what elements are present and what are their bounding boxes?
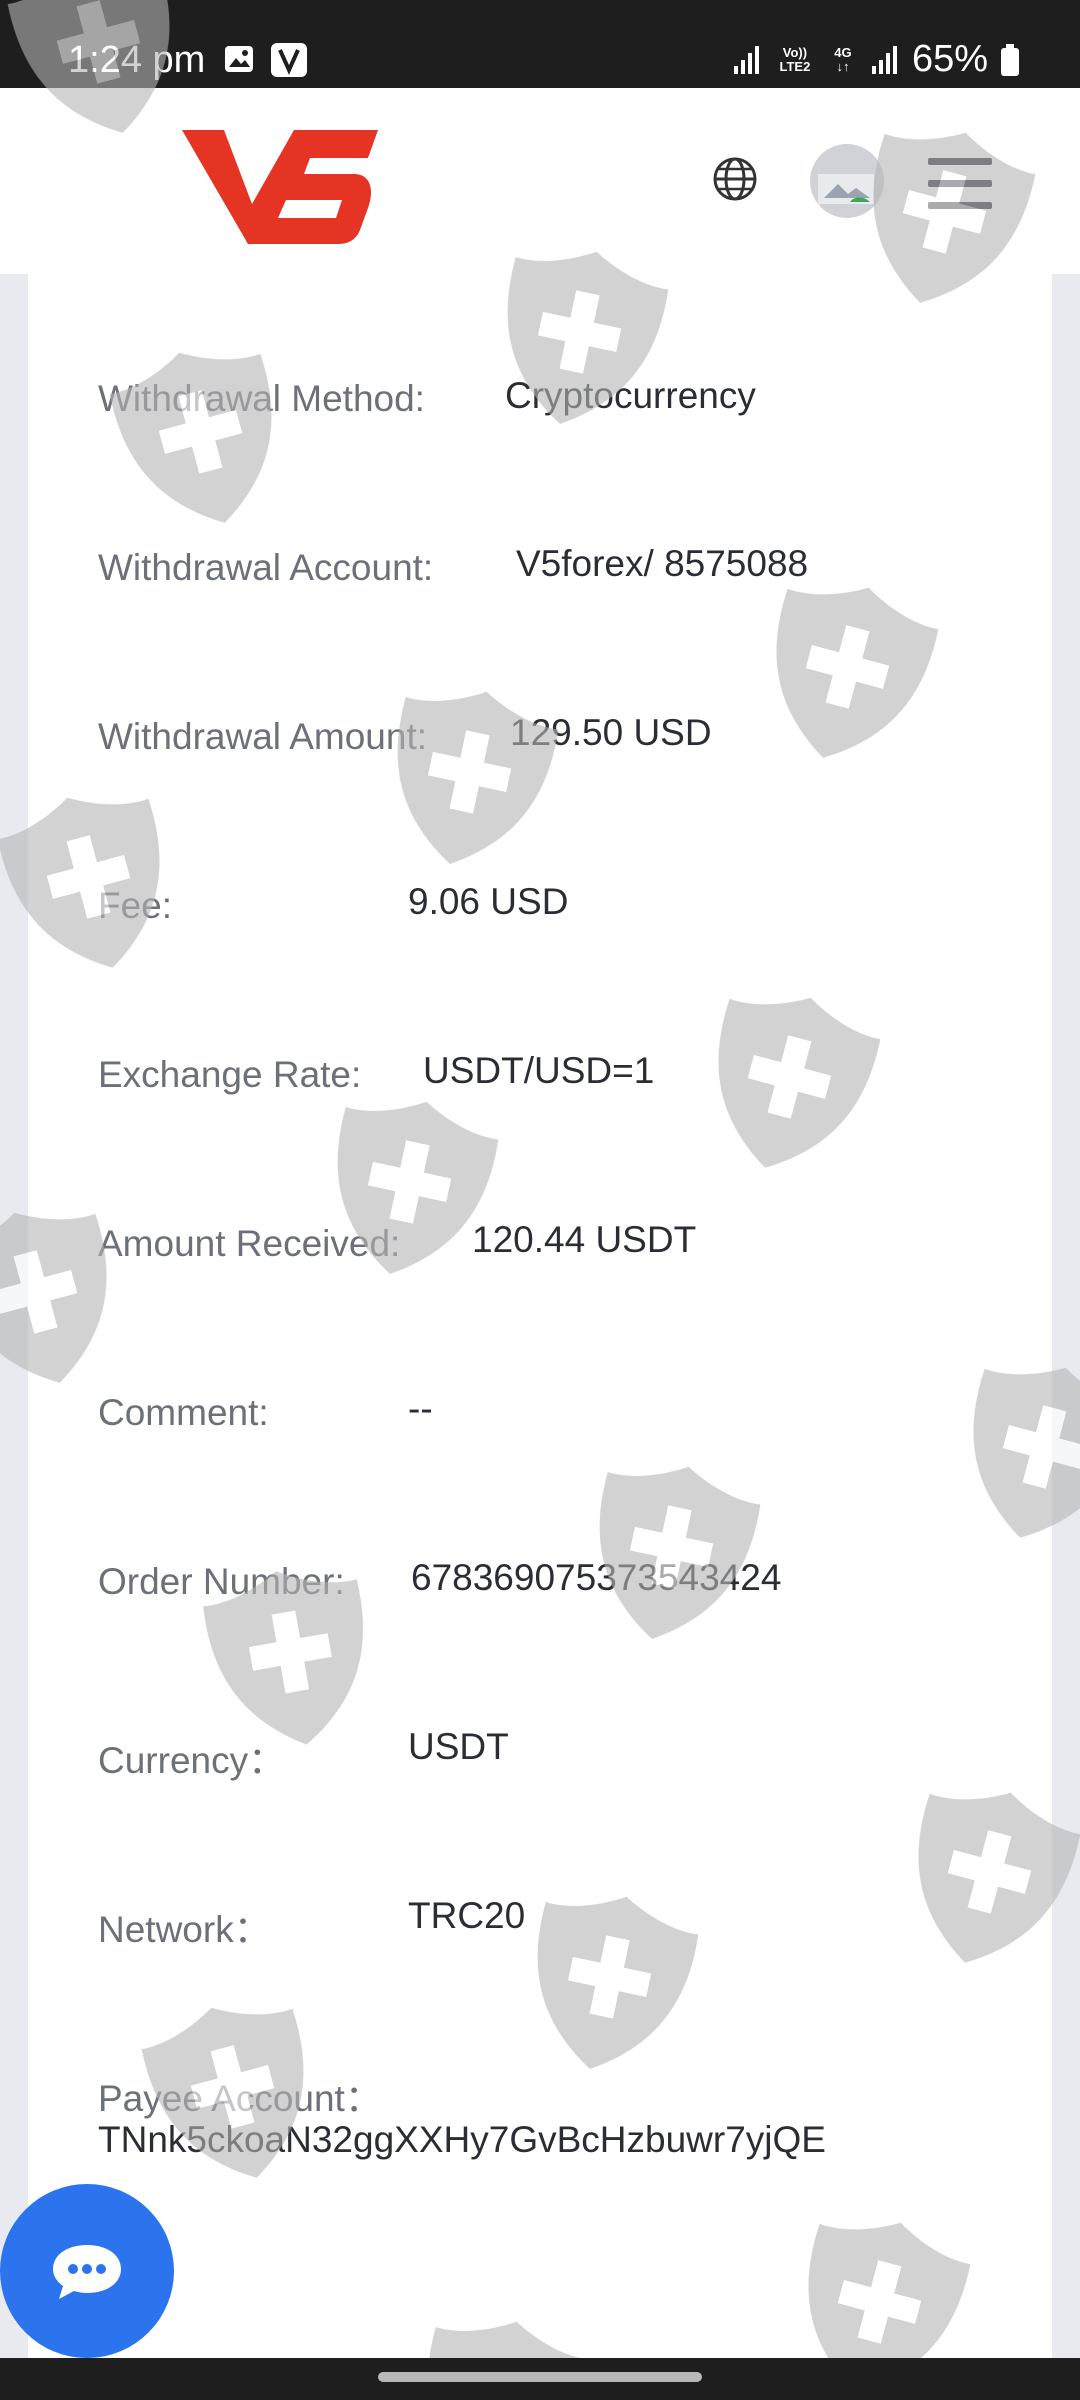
image-placeholder-icon — [818, 174, 874, 204]
detail-row-amount-received: Amount Received: — [98, 1223, 400, 1265]
detail-label: Exchange Rate: — [98, 1054, 362, 1095]
detail-row-exchange-rate: Exchange Rate: — [98, 1054, 361, 1096]
detail-value: -- — [408, 1388, 433, 1429]
detail-row-order-number: Order Number: — [98, 1561, 345, 1603]
chat-bubble-icon — [53, 2245, 121, 2299]
detail-value: USDT/USD=1 — [423, 1050, 655, 1091]
detail-value: TRC20 — [408, 1895, 526, 1936]
status-notification-icons — [222, 42, 308, 78]
detail-row-withdrawal-amount: Withdrawal Amount: — [98, 716, 427, 758]
detail-value: USDT — [408, 1726, 509, 1767]
app-header — [0, 88, 1080, 274]
avatar[interactable] — [810, 144, 884, 218]
detail-label: Order Number: — [98, 1561, 345, 1602]
4g-icon: 4G ↓↑ — [828, 44, 858, 74]
detail-label: Withdrawal Amount: — [98, 716, 428, 757]
detail-label: Payee Account： — [98, 2078, 382, 2119]
detail-label: Amount Received: — [98, 1223, 401, 1264]
detail-value: Cryptocurrency — [505, 375, 756, 416]
status-bar: 1:24 pm Vo)) LTE2 4G ↓↑ 65% — [0, 0, 1080, 88]
detail-row-payee-account: Payee Account： — [98, 2068, 382, 2122]
detail-value: 678369075373543424 — [411, 1557, 782, 1598]
v-app-icon — [271, 43, 307, 77]
4g-label: 4G — [834, 44, 852, 60]
system-navigation-bar — [0, 2358, 1080, 2400]
detail-row-withdrawal-method: Withdrawal Method: — [98, 378, 425, 420]
image-icon — [225, 46, 253, 72]
detail-row-withdrawal-account: Withdrawal Account: — [98, 547, 433, 589]
data-arrows-icon: ↓↑ — [836, 58, 850, 74]
signal-icon — [871, 45, 897, 74]
detail-label: Withdrawal Account: — [98, 547, 434, 588]
detail-label: Comment: — [98, 1392, 269, 1433]
detail-label: Currency： — [98, 1740, 286, 1781]
detail-label: Withdrawal Method: — [98, 378, 425, 419]
detail-value: 9.06 USD — [408, 881, 569, 922]
battery-icon — [1001, 43, 1019, 76]
payee-account-value: TNnk5ckoaN32ggXXHy7GvBcHzbuwr7yjQE — [98, 2119, 826, 2160]
detail-label: Fee: — [98, 885, 173, 926]
signal-icon — [733, 45, 759, 74]
detail-row-comment: Comment: — [98, 1392, 269, 1434]
detail-value: 120.44 USDT — [472, 1219, 697, 1260]
status-system-icons: Vo)) LTE2 4G ↓↑ 65% — [732, 38, 1020, 81]
home-gesture-handle[interactable] — [378, 2372, 702, 2382]
detail-value: 129.50 USD — [510, 712, 712, 753]
detail-row-currency: Currency： — [98, 1730, 285, 1784]
detail-row-fee: Fee: — [98, 885, 172, 927]
v5-logo[interactable] — [182, 126, 378, 246]
detail-row-network: Network： — [98, 1899, 271, 1953]
chat-button[interactable] — [0, 2184, 174, 2358]
battery-percent: 65% — [911, 38, 988, 80]
globe-icon[interactable] — [712, 156, 758, 202]
status-time: 1:24 pm — [68, 39, 206, 81]
menu-icon[interactable] — [928, 158, 992, 210]
detail-value: V5forex/ 8575088 — [516, 543, 809, 584]
detail-label: Network： — [98, 1909, 271, 1950]
volte-icon: Vo)) LTE2 — [774, 44, 816, 74]
volte-label: Vo)) LTE2 — [779, 44, 811, 74]
